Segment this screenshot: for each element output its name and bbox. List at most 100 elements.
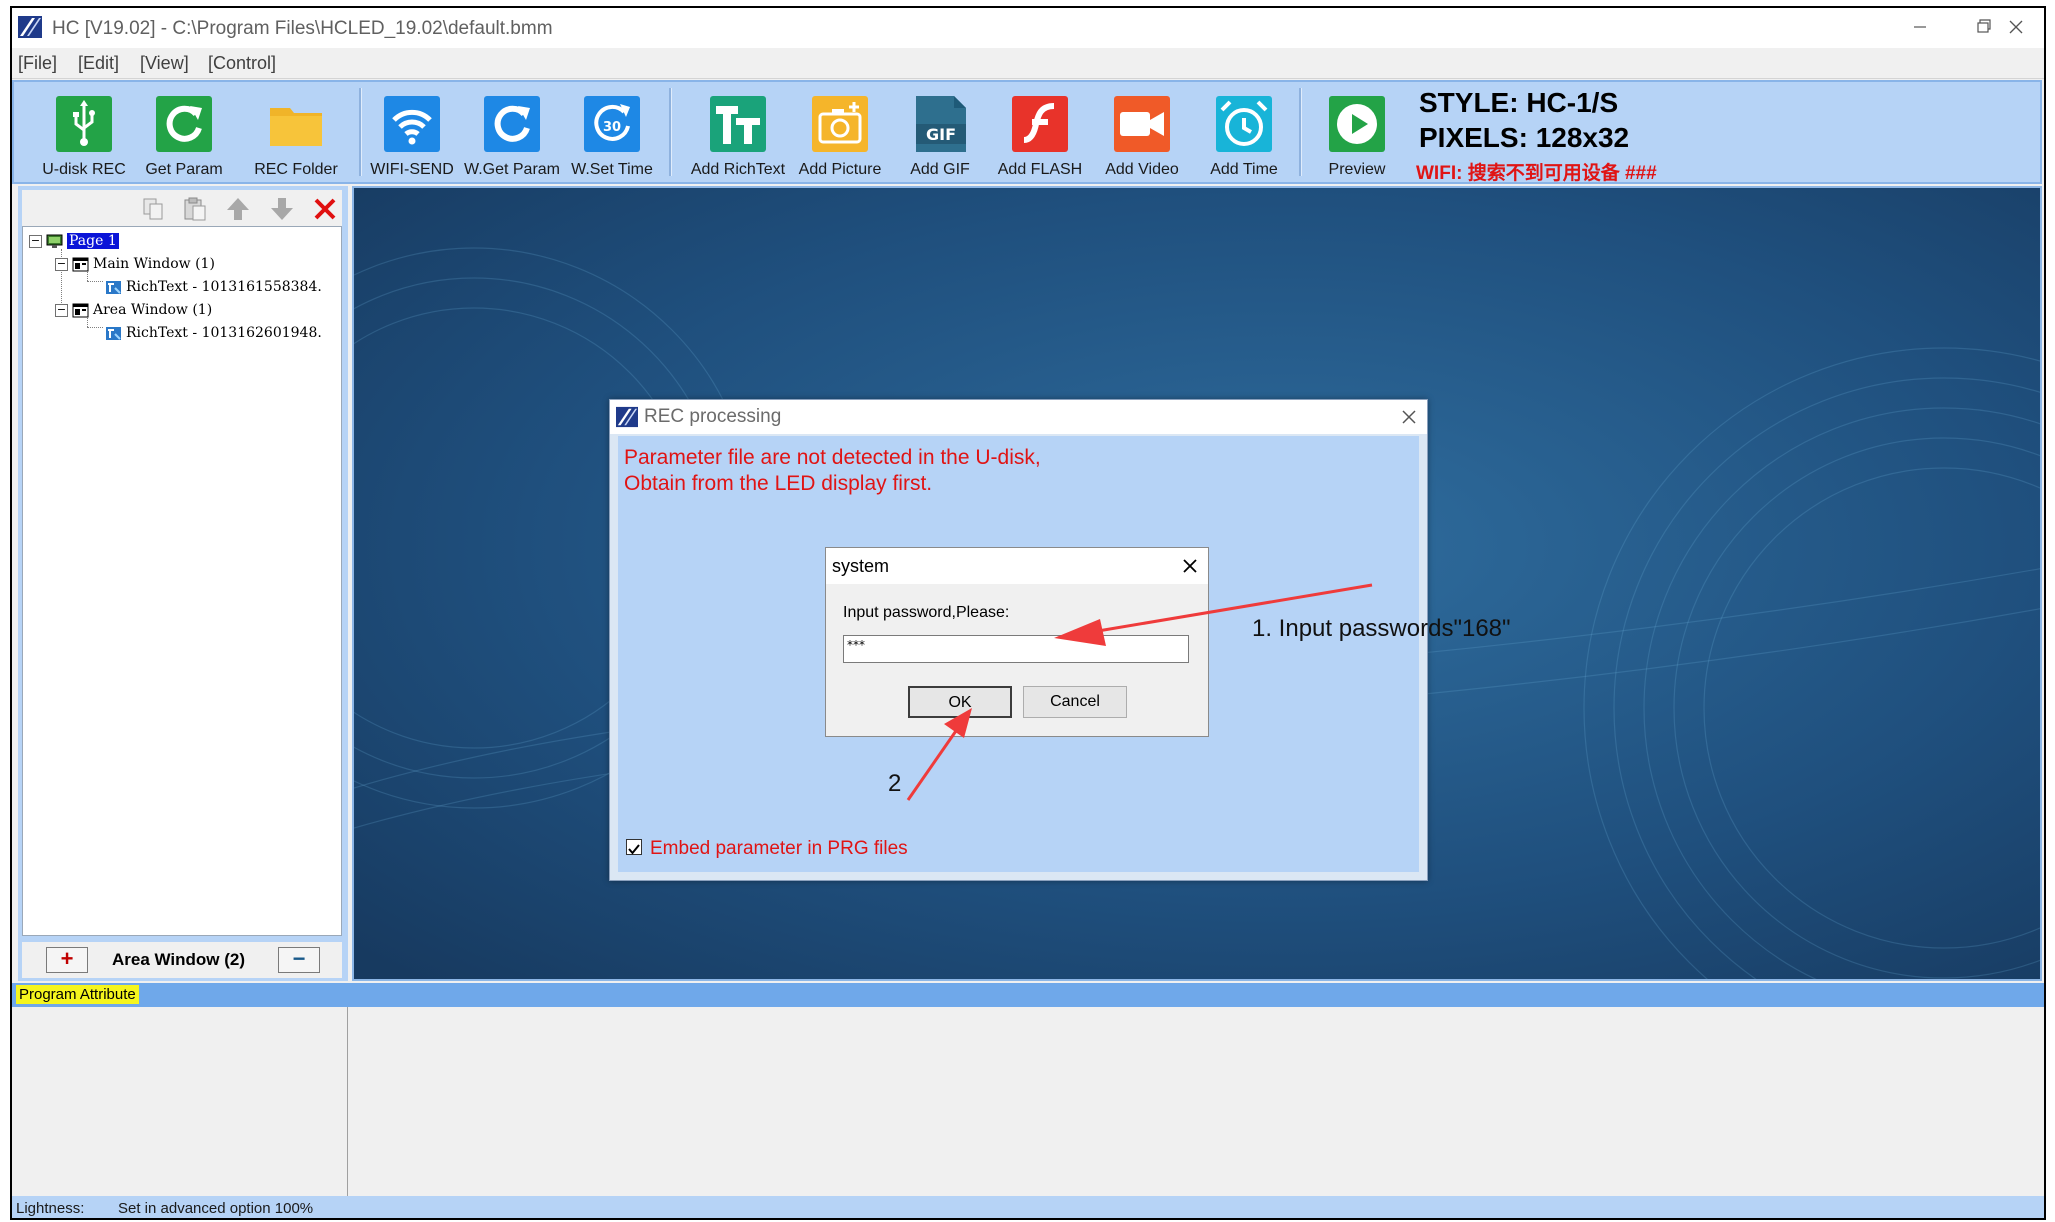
get-param-button[interactable]: Get Param bbox=[134, 84, 234, 182]
clock-30-icon: 30 bbox=[582, 94, 642, 154]
wifi-icon bbox=[382, 94, 442, 154]
ok-button[interactable]: OK bbox=[908, 686, 1012, 718]
alarm-clock-icon bbox=[1214, 94, 1274, 154]
rec-dialog-title: REC processing bbox=[644, 406, 782, 427]
add-richtext-button[interactable]: Add RichText bbox=[688, 84, 788, 182]
close-icon[interactable] bbox=[1180, 556, 1200, 576]
preview-button[interactable]: Preview bbox=[1307, 84, 1407, 182]
get-param-label: Get Param bbox=[145, 161, 223, 178]
annotation-step-2: 2 bbox=[888, 770, 902, 797]
add-flash-label: Add FLASH bbox=[997, 161, 1083, 178]
tree-node-area-window[interactable]: − Area Window (1) bbox=[55, 300, 212, 320]
add-gif-button[interactable]: GIF Add GIF bbox=[890, 84, 990, 182]
add-video-button[interactable]: Add Video bbox=[1092, 84, 1192, 182]
program-attribute-tab[interactable]: Program Attribute bbox=[16, 985, 139, 1004]
collapse-toggle-icon[interactable]: − bbox=[29, 234, 42, 248]
tree-node-richtext[interactable]: RichText - 1013161558384. bbox=[105, 277, 322, 297]
tree-connector bbox=[87, 281, 103, 282]
delete-icon[interactable] bbox=[312, 196, 338, 222]
camera-icon bbox=[810, 94, 870, 154]
add-gif-label: Add GIF bbox=[910, 161, 970, 178]
move-up-icon[interactable] bbox=[225, 196, 251, 222]
tree-connector bbox=[87, 327, 103, 328]
wifi-send-button[interactable]: WIFI-SEND bbox=[362, 84, 462, 182]
main-toolbar: U-disk REC Get Param REC Folder WIFI-SEN… bbox=[12, 80, 2042, 184]
collapse-toggle-icon[interactable]: − bbox=[55, 257, 68, 271]
w-set-time-button[interactable]: 30 W.Set Time bbox=[562, 84, 662, 182]
move-down-icon[interactable] bbox=[269, 196, 295, 222]
minimize-icon[interactable] bbox=[1892, 12, 1948, 42]
tree-node-richtext[interactable]: RichText - 1013162601948. bbox=[105, 323, 322, 343]
menu-view[interactable]: [View] bbox=[140, 53, 189, 74]
tree-node-label: Main Window (1) bbox=[93, 256, 215, 272]
video-icon bbox=[1112, 94, 1172, 154]
area-window-bar: + Area Window (2) − bbox=[22, 942, 342, 978]
rec-folder-label: REC Folder bbox=[254, 161, 338, 178]
richtext-icon bbox=[105, 326, 122, 341]
rec-message-line1: Parameter file are not detected in the U… bbox=[624, 446, 1041, 469]
app-logo-icon bbox=[616, 406, 638, 428]
remove-area-button[interactable]: − bbox=[278, 947, 320, 973]
folder-icon bbox=[266, 94, 326, 154]
w-set-time-label: W.Set Time bbox=[571, 161, 653, 178]
menu-edit[interactable]: [Edit] bbox=[78, 53, 119, 74]
panel-divider bbox=[347, 1007, 348, 1197]
pixels-readout: PIXELS: 128x32 bbox=[1419, 122, 1630, 153]
password-input[interactable]: *** bbox=[843, 635, 1189, 663]
tree-node-label: RichText - 1013161558384. bbox=[126, 279, 322, 295]
program-tree-panel: − Page 1 − Main Window (1) RichText - 1013… bbox=[18, 186, 348, 981]
add-time-label: Add Time bbox=[1210, 161, 1278, 178]
program-tree: − Page 1 − Main Window (1) RichText - 1013… bbox=[22, 226, 342, 936]
gif-icon: GIF bbox=[910, 94, 970, 154]
rec-folder-button[interactable]: REC Folder bbox=[246, 84, 346, 182]
window-icon bbox=[72, 257, 89, 272]
tree-node-main-window[interactable]: − Main Window (1) bbox=[55, 254, 215, 274]
menu-file[interactable]: [File] bbox=[18, 53, 57, 74]
annotation-step-1: 1. Input passwords"168" bbox=[1252, 615, 1511, 642]
checkbox-checked-icon[interactable] bbox=[626, 838, 642, 855]
tree-toolbar bbox=[22, 190, 342, 226]
add-picture-label: Add Picture bbox=[798, 161, 882, 178]
rec-dialog-title-bar: REC processing bbox=[610, 400, 1427, 434]
status-bar: Lightness: Set in advanced option 100% bbox=[12, 1196, 2044, 1218]
menu-control[interactable]: [Control] bbox=[208, 53, 276, 74]
tree-node-page[interactable]: − Page 1 bbox=[29, 231, 119, 251]
rec-message-line2: Obtain from the LED display first. bbox=[624, 472, 933, 495]
tree-node-label: Page 1 bbox=[67, 233, 119, 249]
play-icon bbox=[1327, 94, 1387, 154]
attribute-panel bbox=[12, 1007, 2044, 1197]
paste-icon[interactable] bbox=[182, 196, 208, 222]
close-icon[interactable] bbox=[1399, 407, 1419, 427]
refresh-icon bbox=[154, 94, 214, 154]
add-richtext-label: Add RichText bbox=[690, 161, 786, 178]
add-flash-button[interactable]: Add FLASH bbox=[990, 84, 1090, 182]
u-disk-rec-button[interactable]: U-disk REC bbox=[34, 84, 134, 182]
w-get-param-button[interactable]: W.Get Param bbox=[462, 84, 562, 182]
copy-icon[interactable] bbox=[140, 196, 166, 222]
system-dialog-title-bar: system bbox=[826, 548, 1208, 584]
close-icon[interactable] bbox=[1988, 12, 2044, 42]
u-disk-rec-label: U-disk REC bbox=[42, 161, 126, 178]
add-area-button[interactable]: + bbox=[46, 947, 88, 973]
collapse-toggle-icon[interactable]: − bbox=[55, 303, 68, 317]
add-time-button[interactable]: Add Time bbox=[1194, 84, 1294, 182]
cancel-button[interactable]: Cancel bbox=[1023, 686, 1127, 718]
refresh-icon bbox=[482, 94, 542, 154]
lightness-value: Set in advanced option 100% bbox=[118, 1200, 314, 1217]
usb-icon bbox=[54, 94, 114, 154]
richtext-icon bbox=[105, 280, 122, 295]
embed-parameter-checkbox[interactable]: Embed parameter in PRG files bbox=[626, 838, 908, 860]
add-picture-button[interactable]: Add Picture bbox=[790, 84, 890, 182]
app-logo-icon bbox=[18, 16, 42, 38]
preview-label: Preview bbox=[1328, 161, 1386, 178]
add-video-label: Add Video bbox=[1105, 161, 1179, 178]
embed-parameter-label: Embed parameter in PRG files bbox=[650, 838, 908, 859]
flash-icon bbox=[1010, 94, 1070, 154]
password-prompt: Input password,Please: bbox=[843, 604, 1010, 621]
area-window-count: Area Window (2) bbox=[112, 950, 246, 969]
program-attribute-bar: Program Attribute bbox=[12, 983, 2044, 1007]
menu-bar: [File] [Edit] [View] [Control] bbox=[12, 48, 2044, 79]
wifi-send-label: WIFI-SEND bbox=[370, 161, 454, 178]
system-dialog-title: system bbox=[832, 556, 890, 576]
text-icon bbox=[708, 94, 768, 154]
